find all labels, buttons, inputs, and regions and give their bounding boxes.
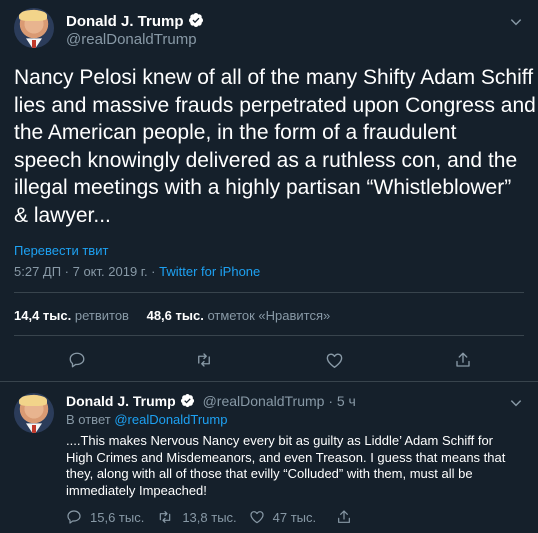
- share-icon[interactable]: [336, 509, 352, 525]
- tweet-meta: 5:27 ДП · 7 окт. 2019 г. · Twitter for i…: [14, 264, 260, 279]
- reply-tweet-line: High Crimes and Misdemeanors, and even T…: [66, 449, 506, 465]
- tweet-stats: 14,4 тыс. ретвитов 48,6 тыс. отметок «Нр…: [14, 308, 330, 323]
- reply-to-link[interactable]: @realDonaldTrump: [114, 412, 227, 427]
- reply-time-ago[interactable]: · 5 ч: [328, 393, 356, 409]
- reply-retweets-count: 13,8 тыс.: [182, 509, 237, 525]
- reply-tweet-line: immediately Impeached!: [66, 483, 207, 499]
- translate-tweet-link[interactable]: Перевести твит: [14, 243, 108, 258]
- retweet-icon[interactable]: [156, 509, 174, 525]
- reply-tweet-line: they, along with all of those that evill…: [66, 466, 473, 482]
- reply-prefix: В ответ: [66, 412, 111, 427]
- main-author-name[interactable]: Donald J. Trump: [66, 13, 184, 30]
- chevron-down-icon[interactable]: [506, 393, 526, 413]
- verified-badge-icon: [180, 393, 195, 411]
- reply-author-handle[interactable]: @realDonaldTrump: [203, 393, 325, 409]
- divider: [14, 292, 524, 293]
- main-author-handle[interactable]: @realDonaldTrump: [66, 31, 197, 48]
- heart-icon[interactable]: [249, 509, 265, 525]
- reply-action-bar: 15,6 тыс. 13,8 тыс. 47 тыс.: [66, 508, 352, 526]
- verified-badge-icon: [188, 12, 204, 33]
- reply-icon[interactable]: [66, 349, 88, 371]
- main-tweet-line: illegal meetings with a highly partisan …: [14, 176, 512, 199]
- divider: [0, 381, 538, 382]
- reply-author-name[interactable]: Donald J. Trump: [66, 393, 176, 409]
- main-tweet-line: & lawyer...: [14, 203, 111, 227]
- retweets-label: ретвитов: [74, 308, 129, 323]
- main-tweet-line: the American people, in the form of a fr…: [14, 121, 457, 144]
- likes-count: 48,6 тыс.: [146, 308, 204, 323]
- chevron-down-icon[interactable]: [506, 12, 526, 32]
- main-tweet-text: Nancy Pelosi knew of all of the many Shi…: [14, 64, 536, 229]
- retweet-icon[interactable]: [193, 349, 215, 371]
- reply-icon[interactable]: [66, 509, 82, 525]
- retweets-stat[interactable]: 14,4 тыс. ретвитов: [14, 308, 133, 323]
- reply-header: Donald J. Trump @realDonaldTrump · 5 ч: [66, 393, 356, 411]
- reply-tweet-text: ....This makes Nervous Nancy every bit a…: [66, 433, 534, 500]
- reply-likes-count: 47 тыс.: [272, 509, 317, 525]
- main-tweet-line: Nancy Pelosi knew of all of the many Shi…: [14, 66, 534, 89]
- main-author-avatar[interactable]: [14, 8, 54, 48]
- likes-stat[interactable]: 48,6 тыс. отметок «Нравится»: [147, 308, 331, 323]
- share-icon[interactable]: [452, 349, 474, 371]
- tweet-timestamp[interactable]: 5:27 ДП · 7 окт. 2019 г. ·: [14, 264, 159, 279]
- main-tweet-line: speech knowingly delivered as a ruthless…: [14, 148, 518, 172]
- reply-context: В ответ @realDonaldTrump: [66, 412, 227, 427]
- reply-replies-count: 15,6 тыс.: [90, 509, 145, 525]
- reply-tweet-line: ....This makes Nervous Nancy every bit a…: [66, 433, 494, 448]
- tweet-source-link[interactable]: Twitter for iPhone: [159, 264, 260, 279]
- reply-author-avatar[interactable]: [14, 393, 54, 433]
- retweets-count: 14,4 тыс.: [14, 308, 72, 323]
- divider: [14, 335, 524, 336]
- heart-icon[interactable]: [323, 349, 345, 371]
- main-tweet-line: lies and massive frauds perpetrated upon…: [14, 93, 536, 117]
- likes-label: отметок «Нравится»: [207, 308, 331, 323]
